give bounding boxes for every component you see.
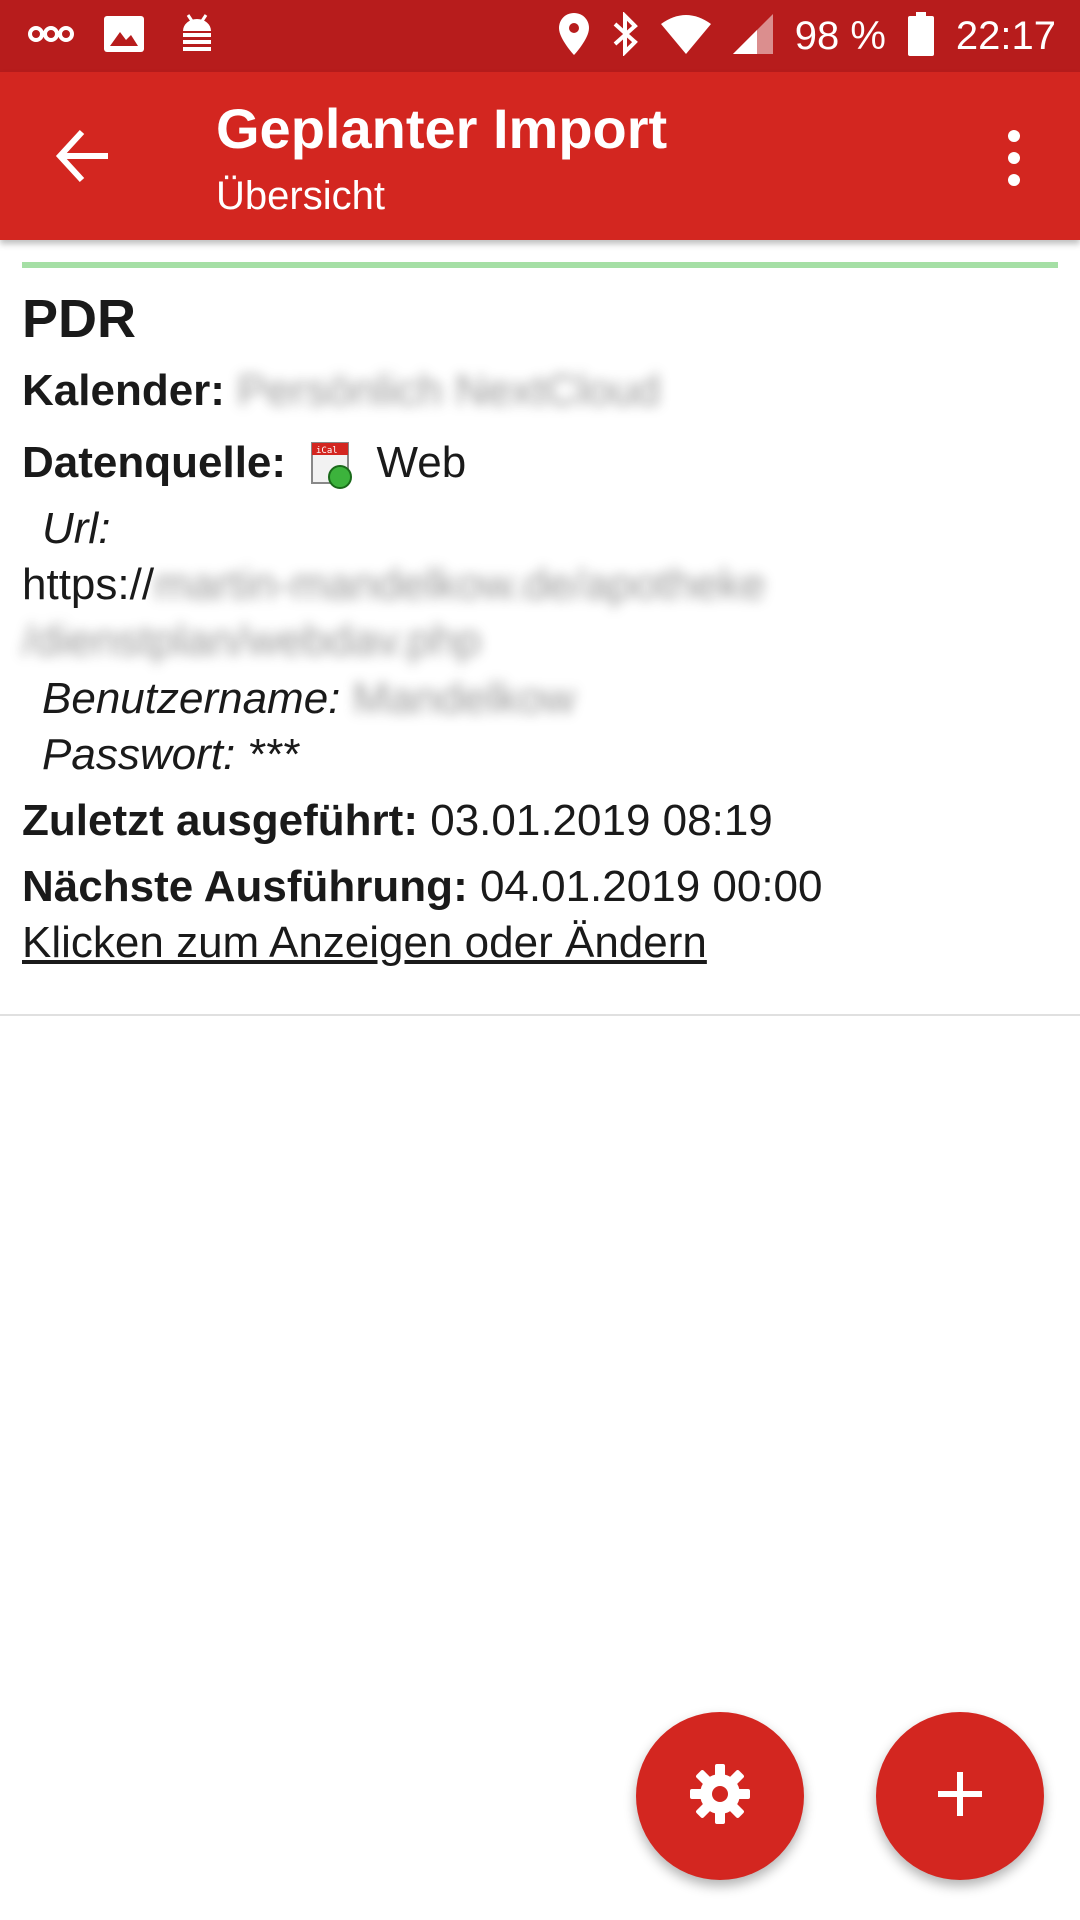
password-label: Passwort: [42,730,236,779]
battery-percent: 98 % [794,13,886,58]
page-title: Geplanter Import [216,97,668,160]
calendar-value: Persönlich NextCloud [237,366,661,415]
username-label: Benutzername: [42,674,341,723]
source-value: Web [376,438,467,487]
username-row: Benutzername: Mandelkow [42,674,575,724]
gear-icon [688,1762,752,1831]
url-value-part2: /dienstplan/webdav.php [22,616,482,665]
url-prefix: https:// [22,560,155,609]
next-run-value: 04.01.2019 00:00 [479,862,823,911]
import-entry-card[interactable]: PDR Kalender: Persönlich NextCloud Daten… [0,240,1080,1016]
url-line-1: https://martin-mandelkow.de/apotheke [22,560,766,610]
status-indicator-line [22,262,1058,268]
ical-web-icon: iCal [310,441,354,490]
bluetooth-icon [611,10,639,61]
next-run-row: Nächste Ausführung: 04.01.2019 00:00 [22,862,823,912]
clock: 22:17 [955,13,1056,58]
plus-icon [936,1770,984,1823]
location-icon [558,12,589,60]
source-label: Datenquelle: [22,438,287,487]
password-row: Passwort: *** [42,730,299,780]
add-import-fab[interactable] [876,1712,1044,1880]
source-row: Datenquelle: iCal Web [22,438,467,490]
next-run-label: Nächste Ausführung: [22,862,468,911]
last-run-label: Zuletzt ausgeführt: [22,796,418,845]
wifi-icon [660,14,711,59]
edit-link[interactable]: Klicken zum Anzeigen oder Ändern [22,918,707,968]
password-value: *** [247,730,299,779]
entry-name: PDR [22,289,137,349]
image-icon [104,15,144,57]
back-button[interactable] [52,124,116,188]
svg-text:iCal: iCal [316,446,338,456]
status-bar: 98 % 22:17 [0,0,1080,72]
calendar-row: Kalender: Persönlich NextCloud [22,366,660,416]
last-run-row: Zuletzt ausgeführt: 03.01.2019 08:19 [22,796,773,846]
infinity-icon [28,22,74,51]
page-subtitle: Übersicht [216,174,385,218]
url-label: Url: [42,504,111,553]
overflow-menu-button[interactable] [990,128,1038,188]
android-debug-icon [174,11,220,62]
more-vert-icon [990,130,1038,192]
last-run-value: 03.01.2019 08:19 [430,796,773,845]
app-bar: Geplanter Import Übersicht [0,72,1080,240]
url-value-part1: martin-mandelkow.de/apotheke [154,560,766,609]
username-value: Mandelkow [352,674,576,723]
settings-fab[interactable] [636,1712,804,1880]
battery-icon [907,11,934,61]
calendar-label: Kalender: [22,366,225,415]
url-line-2: /dienstplan/webdav.php [22,616,481,666]
signal-icon [732,13,773,59]
arrow-back-icon [52,129,116,192]
